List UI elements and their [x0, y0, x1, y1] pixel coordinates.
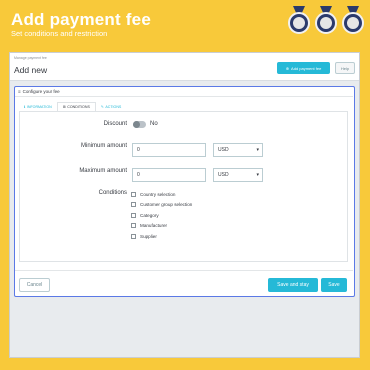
chevron-down-icon: ▾: [256, 172, 259, 178]
tab-information-label: INFORMATION: [26, 105, 52, 109]
medal-icon: [314, 6, 338, 36]
conditions-list: Country selection Customer group selecti…: [131, 189, 192, 242]
checkbox[interactable]: [131, 233, 136, 239]
page-title: Add payment fee: [11, 10, 151, 29]
condition-country[interactable]: Country selection: [131, 189, 192, 200]
condition-label: Supplier: [140, 233, 157, 239]
wrench-icon: ✎: [100, 105, 104, 109]
min-amount-input[interactable]: 0: [132, 143, 206, 157]
info-icon: ℹ: [24, 105, 26, 109]
filter-icon: ⊞: [62, 105, 66, 109]
tab-actions-label: ACTIONS: [105, 105, 122, 109]
checkbox[interactable]: [131, 223, 136, 229]
breadcrumb[interactable]: Manage payment fee: [14, 56, 47, 60]
save-button[interactable]: Save: [321, 278, 347, 292]
tab-conditions-label: CONDITIONS: [67, 105, 90, 109]
admin-window: Manage payment fee Add new ⊕ Add payment…: [9, 52, 360, 358]
award-badges: [287, 6, 365, 36]
header-title: Add new: [14, 65, 48, 75]
medal-icon: [341, 6, 365, 36]
card-footer: Cancel Save and stay Save: [15, 270, 353, 296]
medal-icon: [287, 6, 311, 36]
page-subtitle: Set conditions and restriction: [11, 29, 108, 38]
list-icon: ≡: [18, 89, 21, 94]
condition-supplier[interactable]: Supplier: [131, 231, 192, 242]
max-amount-label: Maximum amount: [79, 168, 127, 174]
add-payment-fee-label: Add payment fee: [291, 65, 322, 71]
min-currency-select[interactable]: USD ▾: [213, 143, 263, 157]
condition-label: Manufacturer: [140, 223, 168, 229]
configure-fee-card: ≡ Configure your fee ℹ INFORMATION ⊞ CON…: [14, 86, 355, 297]
max-amount-input[interactable]: 0: [132, 168, 206, 182]
discount-toggle-text: No: [150, 121, 158, 127]
help-button[interactable]: Help: [335, 62, 355, 74]
max-currency-select[interactable]: USD ▾: [213, 168, 263, 182]
condition-label: Customer group selection: [140, 202, 193, 208]
toggle-knob: [133, 121, 140, 128]
conditions-pane: Discount No Minimum amount 0 USD ▾ Maxim…: [19, 111, 348, 262]
card-title: Configure your fee: [22, 89, 60, 94]
plus-circle-icon: ⊕: [285, 65, 290, 71]
condition-customer-group[interactable]: Customer group selection: [131, 200, 192, 211]
checkbox[interactable]: [131, 212, 136, 218]
cancel-button[interactable]: Cancel: [19, 278, 50, 292]
condition-manufacturer[interactable]: Manufacturer: [131, 221, 192, 232]
card-header: ≡ Configure your fee: [15, 87, 353, 97]
max-currency-value: USD: [218, 172, 229, 178]
condition-category[interactable]: Category: [131, 210, 192, 221]
page-header: Manage payment fee Add new ⊕ Add payment…: [10, 53, 359, 81]
checkbox[interactable]: [131, 191, 136, 197]
condition-label: Country selection: [140, 191, 176, 197]
condition-label: Category: [140, 212, 159, 218]
checkbox[interactable]: [131, 202, 136, 208]
min-amount-label: Minimum amount: [80, 143, 127, 149]
chevron-down-icon: ▾: [256, 147, 259, 153]
conditions-label: Conditions: [98, 190, 127, 196]
discount-toggle[interactable]: [133, 121, 146, 128]
min-currency-value: USD: [218, 147, 229, 153]
save-and-stay-button[interactable]: Save and stay: [268, 278, 318, 292]
discount-label: Discount: [103, 121, 127, 127]
add-payment-fee-button[interactable]: ⊕ Add payment fee: [277, 62, 330, 74]
